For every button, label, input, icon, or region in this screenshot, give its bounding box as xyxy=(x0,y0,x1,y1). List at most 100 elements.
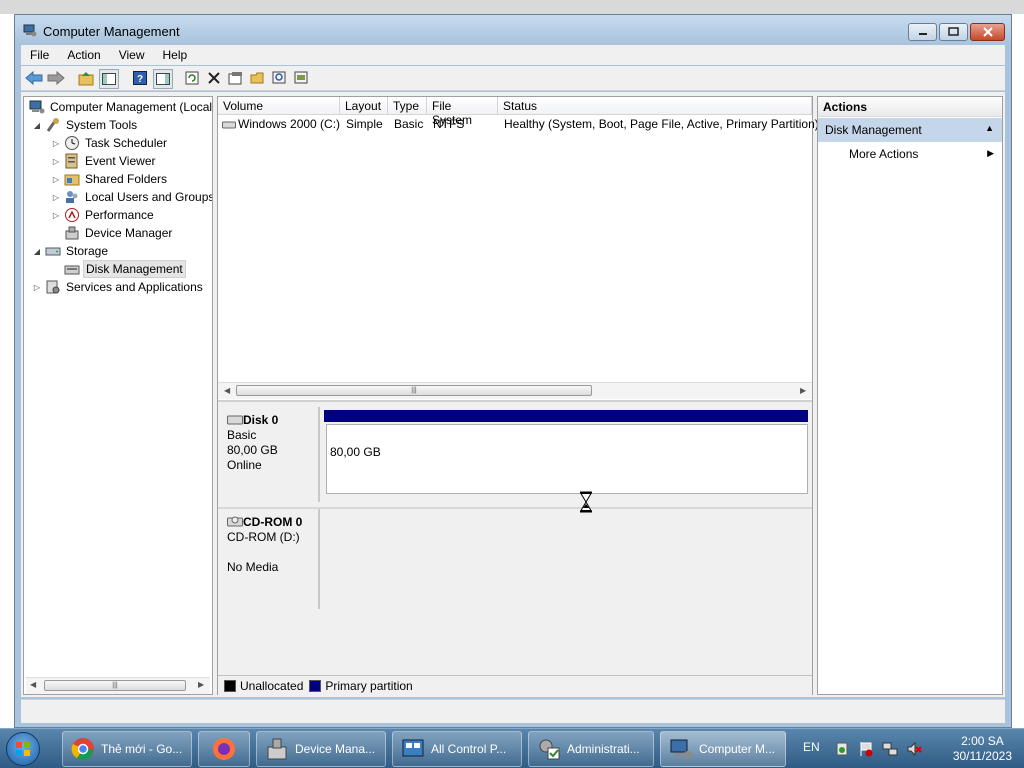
taskbar-firefox[interactable] xyxy=(198,731,250,767)
title-bar[interactable]: Computer Management xyxy=(15,15,1011,45)
disk-type: CD-ROM (D:) xyxy=(227,530,300,544)
clock[interactable]: 2:00 SA 30/11/2023 xyxy=(953,734,1012,764)
show-hide-action-pane-button[interactable] xyxy=(153,69,173,89)
minimize-button[interactable] xyxy=(908,23,937,41)
language-indicator[interactable]: EN xyxy=(803,740,820,754)
actions-section-label: Disk Management xyxy=(825,123,922,137)
tree-item-performance[interactable]: ▷ Performance xyxy=(51,206,156,224)
event-viewer-icon xyxy=(65,153,78,169)
tools-icon xyxy=(46,118,59,132)
expand-arrow-icon[interactable]: ▷ xyxy=(51,157,61,166)
expand-arrow-icon[interactable]: ▷ xyxy=(51,139,61,148)
refresh-button[interactable] xyxy=(183,69,201,87)
tree-item-system-tools[interactable]: ◢ System Tools xyxy=(32,116,139,134)
more-actions-label: More Actions xyxy=(849,147,919,161)
menu-file[interactable]: File xyxy=(21,45,58,65)
disk-drive-icon xyxy=(227,415,243,425)
tree-item-storage[interactable]: ◢ Storage xyxy=(32,242,110,260)
menu-view[interactable]: View xyxy=(110,45,154,65)
tree-root[interactable]: Computer Management (Local xyxy=(26,98,212,116)
expand-arrow-icon[interactable]: ▷ xyxy=(51,211,61,220)
partition-block[interactable]: 80,00 GB xyxy=(326,424,808,494)
network-icon[interactable] xyxy=(882,741,898,757)
column-header-file-system[interactable]: File System xyxy=(427,97,498,127)
tree-item-disk-management[interactable]: Disk Management xyxy=(51,260,186,278)
performance-icon xyxy=(65,208,79,222)
volume-status: Healthy (System, Boot, Page File, Active… xyxy=(504,117,819,131)
storage-icon xyxy=(45,247,61,256)
legend: Unallocated Primary partition xyxy=(218,675,812,695)
submenu-arrow-icon: ▶ xyxy=(987,148,994,158)
menu-bar: File Action View Help xyxy=(21,45,1005,65)
help-button[interactable]: ? xyxy=(131,69,149,87)
flag-error-icon[interactable] xyxy=(858,741,874,757)
menu-action[interactable]: Action xyxy=(58,45,109,65)
volume-list-horizontal-scrollbar[interactable]: ◀ ||| ▶ xyxy=(218,382,812,399)
forward-arrow-icon xyxy=(47,71,65,85)
legend-label: Primary partition xyxy=(325,678,413,693)
taskbar-control-panel[interactable]: All Control P... xyxy=(392,731,522,767)
scroll-left-icon[interactable]: ◀ xyxy=(30,680,36,689)
more-actions-item[interactable]: More Actions ▶ xyxy=(818,143,1002,165)
taskbar-device-manager[interactable]: Device Mana... xyxy=(256,731,386,767)
tree-item-label: Event Viewer xyxy=(85,154,156,168)
scrollbar-thumb[interactable]: ||| xyxy=(236,385,592,396)
system-tray: EN 2:00 SA 30/11/2023 xyxy=(796,729,1024,768)
search-button[interactable] xyxy=(271,69,289,87)
forward-button[interactable] xyxy=(47,69,65,87)
hourglass-cursor-icon xyxy=(580,491,592,513)
expand-arrow-icon[interactable]: ▷ xyxy=(51,193,61,202)
close-button[interactable] xyxy=(970,23,1005,41)
scroll-right-icon[interactable]: ▶ xyxy=(800,386,806,395)
open-folder-button[interactable] xyxy=(249,69,267,87)
menu-help[interactable]: Help xyxy=(154,45,197,65)
action-center-icon[interactable] xyxy=(834,741,850,757)
disk-name: Disk 0 xyxy=(243,413,279,427)
primary-partition-bar[interactable] xyxy=(324,410,808,422)
properties-button[interactable] xyxy=(227,69,245,87)
scrollbar-thumb[interactable]: ||| xyxy=(44,680,186,691)
device-manager-icon xyxy=(65,226,79,240)
tree-item-label: Local Users and Groups xyxy=(85,190,213,204)
scroll-right-icon[interactable]: ▶ xyxy=(198,680,204,689)
help-icon: ? xyxy=(133,71,147,85)
tree-horizontal-scrollbar[interactable]: ◀ ||| ▶ xyxy=(26,677,210,694)
tree-item-event-viewer[interactable]: ▷ Event Viewer xyxy=(51,152,157,170)
collapse-up-icon[interactable]: ▲ xyxy=(985,123,994,133)
column-header-type[interactable]: Type xyxy=(388,97,427,115)
cdrom-0-info: CD-ROM 0 CD-ROM (D:) No Media xyxy=(220,509,320,609)
cdrom-0-row[interactable]: CD-ROM 0 CD-ROM (D:) No Media xyxy=(218,507,812,609)
expand-arrow-icon[interactable]: ▷ xyxy=(51,175,61,184)
tree-item-device-manager[interactable]: Device Manager xyxy=(51,224,174,242)
taskbar-administrative-tools[interactable]: Administrati... xyxy=(528,731,654,767)
computer-management-window: Computer Management File Action View Hel… xyxy=(14,14,1012,728)
delete-x-icon xyxy=(208,72,220,84)
tree-item-task-scheduler[interactable]: ▷ Task Scheduler xyxy=(51,134,169,152)
tree-item-label: Shared Folders xyxy=(85,172,168,186)
tree-item-local-users-groups[interactable]: ▷ Local Users and Groups xyxy=(51,188,213,206)
taskbar-chrome[interactable]: Thẻ mới - Go... xyxy=(62,731,192,767)
chrome-icon xyxy=(71,738,94,761)
expand-arrow-icon[interactable]: ▷ xyxy=(32,283,42,292)
start-button[interactable] xyxy=(6,732,40,766)
delete-button[interactable] xyxy=(205,69,223,87)
column-header-status[interactable]: Status xyxy=(498,97,812,115)
column-header-volume[interactable]: Volume xyxy=(218,97,340,115)
up-one-level-button[interactable] xyxy=(77,69,95,87)
computer-management-icon xyxy=(670,739,692,759)
scroll-left-icon[interactable]: ◀ xyxy=(224,386,230,395)
tree-item-shared-folders[interactable]: ▷ Shared Folders xyxy=(51,170,169,188)
back-button[interactable] xyxy=(25,69,43,87)
tree-item-services-applications[interactable]: ▷ Services and Applications xyxy=(32,278,205,296)
column-header-layout[interactable]: Layout xyxy=(340,97,388,115)
actions-section-disk-management[interactable]: Disk Management ▲ xyxy=(818,118,1002,142)
taskbar-computer-management[interactable]: Computer M... xyxy=(660,731,786,767)
maximize-button[interactable] xyxy=(939,23,968,41)
volume-muted-icon[interactable] xyxy=(906,741,922,757)
collapse-arrow-icon[interactable]: ◢ xyxy=(32,121,42,130)
disk-settings-button[interactable] xyxy=(293,69,311,87)
collapse-arrow-icon[interactable]: ◢ xyxy=(32,247,42,256)
disk-0-row[interactable]: Disk 0 Basic 80,00 GB Online 80,00 GB xyxy=(218,407,812,502)
show-hide-console-tree-button[interactable] xyxy=(99,69,119,89)
taskbar-label: All Control P... xyxy=(431,742,507,756)
